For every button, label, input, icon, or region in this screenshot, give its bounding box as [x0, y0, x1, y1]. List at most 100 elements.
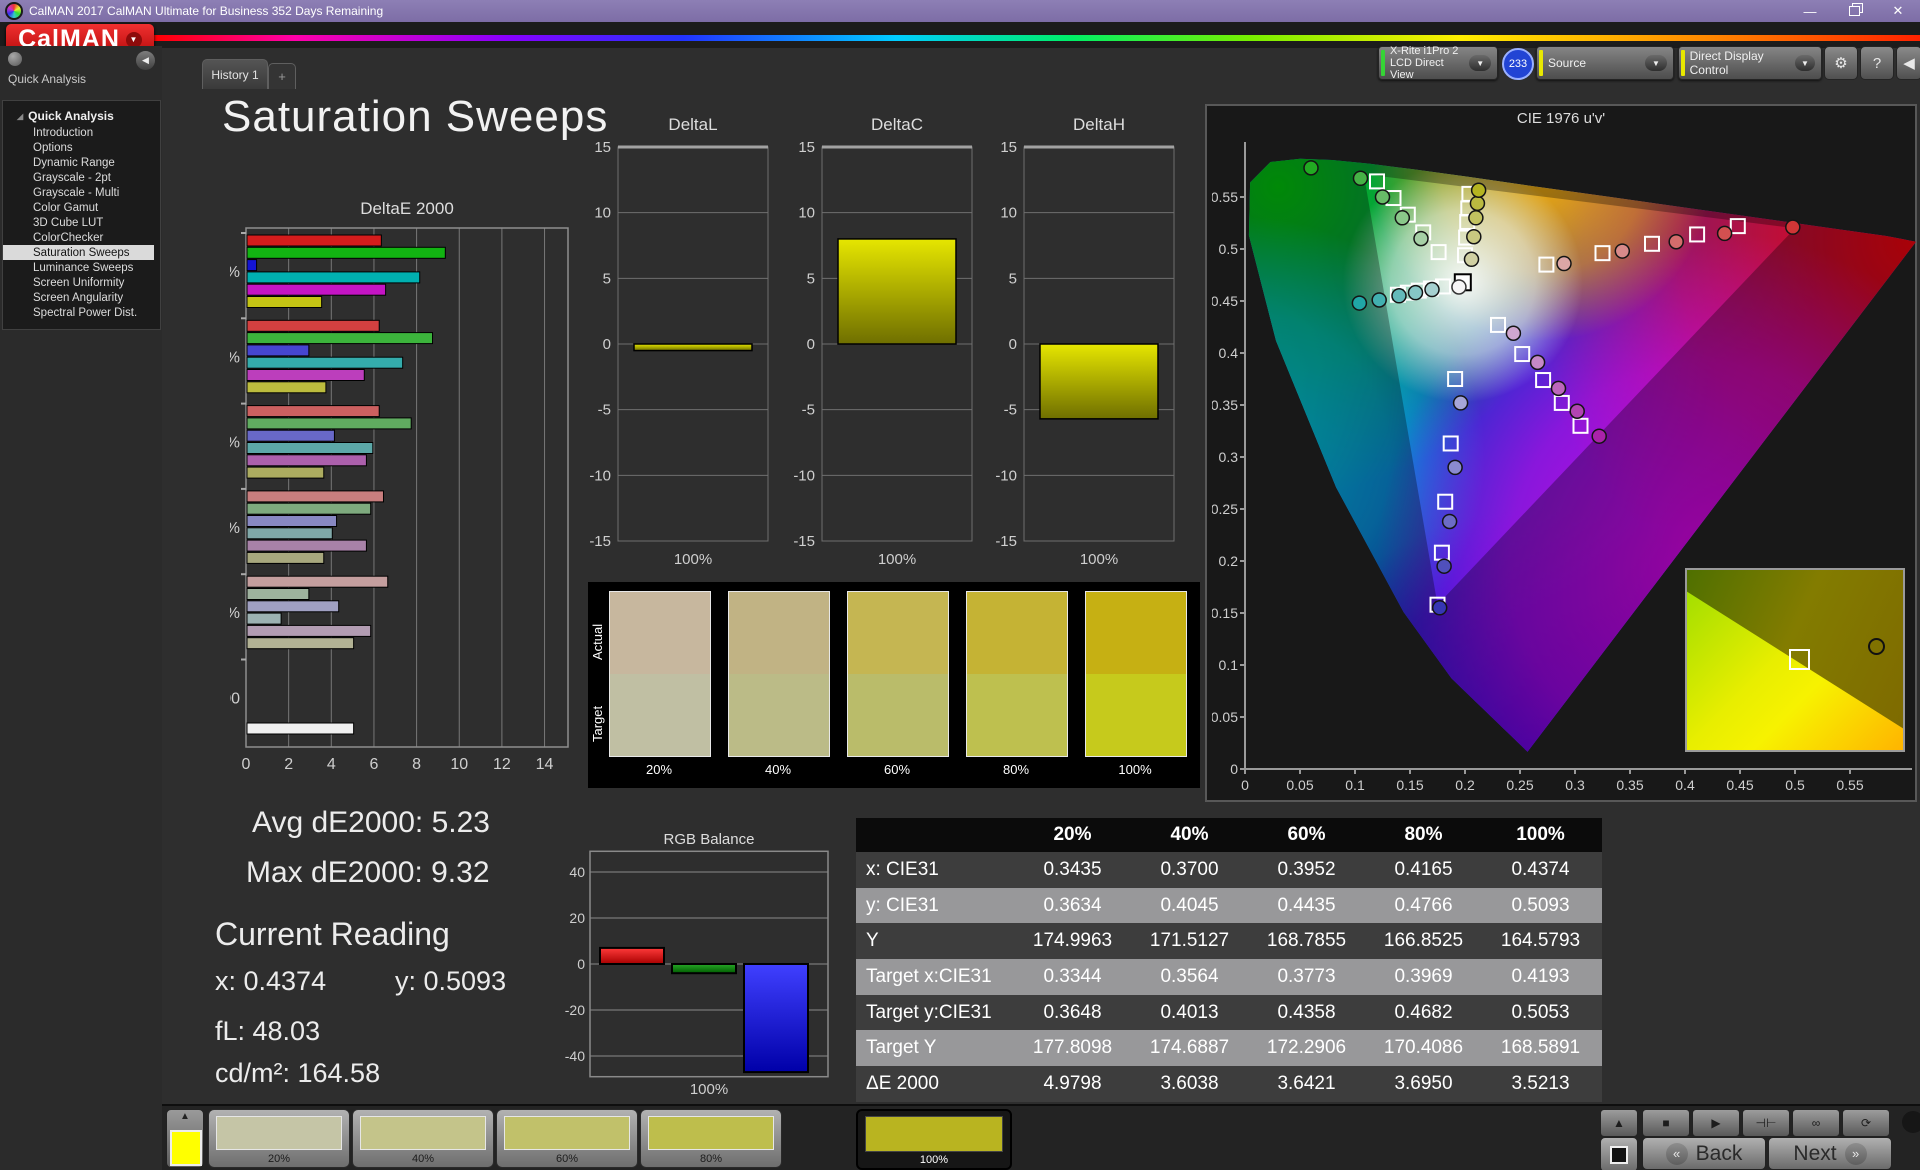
max-de2000: Max dE2000: 9.32 [246, 856, 490, 890]
sidebar-item-grayscale-2pt[interactable]: Grayscale - 2pt [3, 170, 160, 185]
target-swatch [967, 674, 1067, 756]
patch-button-80%[interactable]: 80% [640, 1109, 782, 1168]
svg-text:-10: -10 [589, 467, 611, 484]
sidebar-item-screen-uniformity[interactable]: Screen Uniformity [3, 275, 160, 290]
tab-history-1[interactable]: History 1 [202, 59, 268, 89]
row-label: Y [856, 930, 1014, 952]
header-strip [0, 22, 1920, 48]
sidebar-collapse-button[interactable]: ◀ [136, 51, 155, 70]
table-cell: 0.4358 [1248, 1002, 1365, 1024]
svg-text:-5: -5 [1004, 402, 1017, 419]
patch-swatch [216, 1116, 342, 1150]
swatch-label: 40% [728, 762, 828, 777]
target-swatch [1086, 674, 1186, 756]
stop-big-button[interactable] [1600, 1137, 1638, 1170]
play-button[interactable]: ▶ [1692, 1109, 1740, 1137]
table-cell: 0.5093 [1482, 895, 1599, 917]
patch-button-60%[interactable]: 60% [496, 1109, 638, 1168]
svg-text:0.15: 0.15 [1396, 777, 1423, 793]
stop-button[interactable]: ■ [1642, 1109, 1690, 1137]
svg-text:0.35: 0.35 [1212, 397, 1238, 413]
calman-window: CalMAN 2017 CalMAN Ultimate for Business… [0, 0, 1920, 1170]
actual-swatch [967, 592, 1067, 674]
table-cell: 3.6038 [1131, 1073, 1248, 1095]
sidebar-item-grayscale-multi[interactable]: Grayscale - Multi [3, 185, 160, 200]
row-label: Target x:CIE31 [856, 966, 1014, 988]
swatch-label: 20% [609, 762, 709, 777]
source-selector[interactable]: Source ▼ [1536, 46, 1674, 80]
close-icon[interactable]: ✕ [1876, 0, 1920, 22]
meter-selector[interactable]: X-Rite i1Pro 2 LCD Direct View ▼ [1378, 46, 1498, 80]
patch-button-20%[interactable]: 20% [208, 1109, 350, 1168]
table-cell: 0.3648 [1014, 1002, 1131, 1024]
sidebar-item-screen-angularity[interactable]: Screen Angularity [3, 290, 160, 305]
sidebar-item-3d-cube-lut[interactable]: 3D Cube LUT [3, 215, 160, 230]
workflow-dot-icon[interactable] [8, 52, 22, 66]
calman-app-icon [5, 2, 23, 20]
sidebar-item-options[interactable]: Options [3, 140, 160, 155]
svg-text:5: 5 [603, 270, 611, 287]
back-button[interactable]: « Back [1642, 1137, 1766, 1170]
row-label: x: CIE31 [856, 859, 1014, 881]
next-button[interactable]: Next » [1768, 1137, 1892, 1170]
svg-text:-10: -10 [793, 467, 815, 484]
settings-button[interactable]: ⚙ [1824, 46, 1858, 80]
loop-button[interactable]: ∞ [1792, 1109, 1840, 1137]
sidebar-item-colorchecker[interactable]: ColorChecker [3, 230, 160, 245]
collapse-panel-button[interactable]: ◀ [1896, 46, 1920, 80]
restore-icon[interactable] [1832, 0, 1876, 22]
tree-expand-icon[interactable]: ◢ [17, 112, 23, 121]
target-swatch [729, 674, 829, 756]
sidebar-item-spectral-power-dist-[interactable]: Spectral Power Dist. [3, 305, 160, 320]
svg-text:100%: 100% [674, 551, 712, 568]
sidebar-item-luminance-sweeps[interactable]: Luminance Sweeps [3, 260, 160, 275]
display-control-selector[interactable]: Direct Display Control ▼ [1678, 46, 1822, 80]
minimize-icon[interactable]: — [1788, 0, 1832, 22]
svg-text:15: 15 [1000, 139, 1017, 156]
status-dot [1902, 1111, 1920, 1133]
svg-text:10: 10 [1000, 205, 1017, 222]
svg-text:0.1: 0.1 [1345, 777, 1365, 793]
svg-text:0: 0 [603, 336, 611, 353]
table-cell: 177.8098 [1014, 1037, 1131, 1059]
transport-up-button[interactable]: ▲ [1600, 1109, 1638, 1137]
sidebar-item-dynamic-range[interactable]: Dynamic Range [3, 155, 160, 170]
patch-selector-tile[interactable]: ▲ [166, 1109, 204, 1168]
tab-add-button[interactable]: + [268, 63, 296, 89]
table-cell: 0.3773 [1248, 966, 1365, 988]
deltal-chart: DeltaL151050-5-10-15100% [588, 108, 800, 570]
row-label: y: CIE31 [856, 895, 1014, 917]
sidebar-item-saturation-sweeps[interactable]: Saturation Sweeps [3, 245, 154, 260]
sidebar-item-color-gamut[interactable]: Color Gamut [3, 200, 160, 215]
swatch-column-40% [728, 591, 830, 757]
svg-text:0.5: 0.5 [1785, 777, 1805, 793]
svg-text:0: 0 [1241, 777, 1249, 793]
svg-text:0.45: 0.45 [1726, 777, 1753, 793]
deltah-chart: DeltaH151050-5-10-15100% [994, 108, 1206, 570]
target-swatch [610, 674, 710, 756]
patch-button-40%[interactable]: 40% [352, 1109, 494, 1168]
row-label: ΔE 2000 [856, 1073, 1014, 1095]
sidebar-item-introduction[interactable]: Introduction [3, 125, 160, 140]
actual-target-swatches: Actual Target 20%40%60%80%100% [588, 582, 1200, 788]
up-arrow-icon[interactable]: ▲ [167, 1111, 203, 1122]
actual-swatch [848, 592, 948, 674]
rgb-balance-chart: RGB Balance40200-20-40100% [560, 828, 860, 1103]
svg-text:80%: 80% [230, 349, 240, 366]
refresh-button[interactable]: ⟳ [1842, 1109, 1890, 1137]
table-cell: 0.3435 [1014, 859, 1131, 881]
chevron-down-icon[interactable]: ▼ [1645, 55, 1667, 71]
svg-text:100%: 100% [230, 264, 240, 281]
cie-1976-chart: CIE 1976 u'v' 0.550.50.450.40.350.30.250… [1205, 104, 1917, 802]
actual-swatch [729, 592, 829, 674]
meter-status-strip [1381, 50, 1385, 76]
step-button[interactable]: ⊣⊢ [1742, 1109, 1790, 1137]
table-cell: 168.5891 [1482, 1037, 1599, 1059]
chevron-down-icon[interactable]: ▼ [1469, 55, 1491, 71]
help-button[interactable]: ? [1860, 46, 1894, 80]
svg-text:6: 6 [369, 756, 378, 773]
chevron-down-icon[interactable]: ▼ [1795, 55, 1815, 71]
tree-root[interactable]: ◢ Quick Analysis [3, 101, 160, 125]
patch-button-100%[interactable]: 100% [856, 1109, 1012, 1170]
page-title: Saturation Sweeps [222, 92, 608, 142]
